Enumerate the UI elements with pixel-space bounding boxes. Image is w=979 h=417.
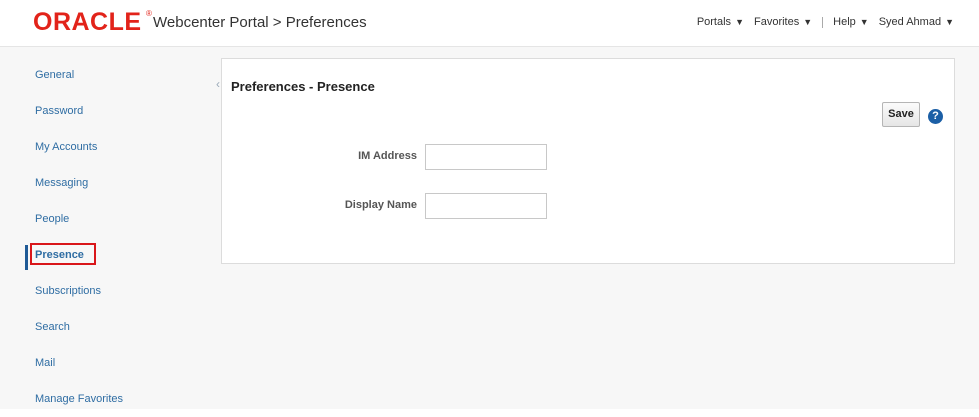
display-name-input[interactable] xyxy=(425,193,547,219)
oracle-logo: ORACLE xyxy=(33,8,142,36)
page-title: Preferences - Presence xyxy=(231,79,375,94)
display-name-row: Display Name xyxy=(222,193,956,219)
help-menu-label: Help xyxy=(833,16,856,28)
im-address-input[interactable] xyxy=(425,144,547,170)
sidebar-item-messaging[interactable]: Messaging xyxy=(25,165,205,201)
save-button[interactable]: Save xyxy=(882,102,920,127)
im-address-row: IM Address xyxy=(222,144,956,170)
caret-down-icon: ▼ xyxy=(859,17,869,27)
sidebar-item-people[interactable]: People xyxy=(25,201,205,237)
user-menu[interactable]: Syed Ahmad ▼ xyxy=(879,16,954,28)
sidebar-item-password[interactable]: Password xyxy=(25,93,205,129)
sidebar-item-mail[interactable]: Mail xyxy=(25,345,205,381)
sidebar-item-subscriptions[interactable]: Subscriptions xyxy=(25,273,205,309)
user-menu-label: Syed Ahmad xyxy=(878,16,942,28)
selection-highlight-box xyxy=(30,243,96,265)
preferences-sidebar: General Password My Accounts Messaging P… xyxy=(25,57,205,417)
favorites-menu[interactable]: Favorites ▼ xyxy=(754,16,812,28)
sidebar-item-manage-favorites[interactable]: Manage Favorites xyxy=(25,381,205,417)
caret-down-icon: ▼ xyxy=(735,17,744,27)
help-menu[interactable]: Help ▼ xyxy=(833,16,869,28)
caret-down-icon: ▼ xyxy=(803,17,813,27)
caret-down-icon: ▼ xyxy=(945,17,954,27)
app-breadcrumb-title: Webcenter Portal > Preferences xyxy=(153,14,367,31)
presence-preferences-panel: ‹ Preferences - Presence Save ? IM Addre… xyxy=(216,58,956,264)
portals-menu[interactable]: Portals ▼ xyxy=(697,16,744,28)
sidebar-item-presence[interactable]: Presence xyxy=(25,237,205,273)
sidebar-item-my-accounts[interactable]: My Accounts xyxy=(25,129,205,165)
header-menu: Portals ▼ Favorites ▼ Help ▼ Syed Ahmad … xyxy=(687,16,954,28)
main-area: General Password My Accounts Messaging P… xyxy=(0,46,979,409)
display-name-label: Display Name xyxy=(344,199,417,211)
favorites-menu-label: Favorites xyxy=(753,16,800,28)
portals-menu-label: Portals xyxy=(696,16,732,28)
header-bar: ORACLE ® Webcenter Portal > Preferences … xyxy=(0,0,979,46)
logo-registered-mark: ® xyxy=(146,9,152,18)
chevron-left-icon[interactable]: ‹ xyxy=(216,77,226,91)
sidebar-item-general[interactable]: General xyxy=(25,57,205,93)
im-address-label: IM Address xyxy=(358,150,417,162)
sidebar-item-search[interactable]: Search xyxy=(25,309,205,345)
menu-divider xyxy=(822,16,824,28)
help-icon[interactable]: ? xyxy=(928,109,943,124)
